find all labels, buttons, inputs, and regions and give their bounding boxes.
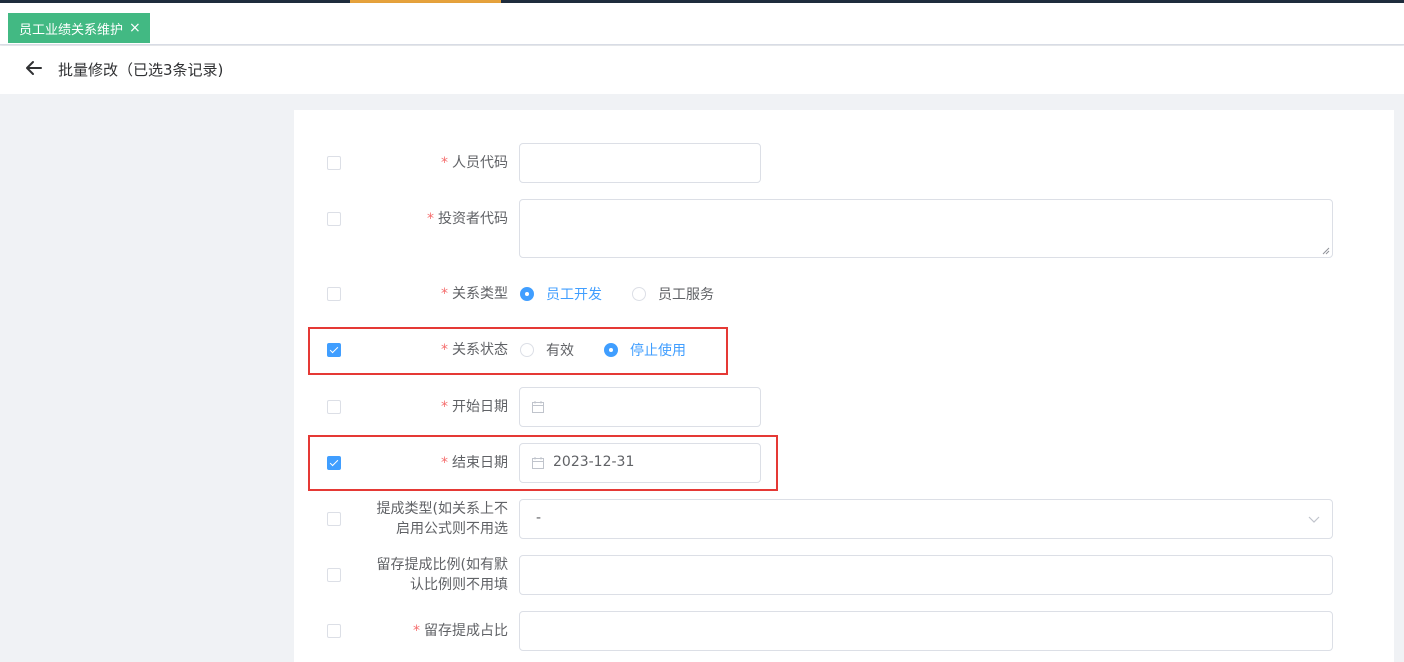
- chevron-down-icon: [1308, 516, 1320, 523]
- close-icon[interactable]: ×: [129, 21, 141, 35]
- investor-code-textarea[interactable]: [519, 199, 1333, 258]
- tab-label: 员工业绩关系维护: [19, 22, 124, 38]
- commission-type-value: -: [536, 510, 542, 526]
- field-label-investor-code: * 投资者代码: [427, 211, 508, 227]
- field-row-relation-type: * 关系类型 员工开发 员工服务: [294, 284, 1394, 304]
- calendar-icon: [532, 401, 544, 413]
- start-date-picker[interactable]: [519, 387, 761, 427]
- back-arrow-icon[interactable]: [24, 58, 44, 78]
- batch-edit-form: * 人员代码 * 投资者代码 * 关系类型 员工开发 员工服务 * 关系状态 有效 停止…: [294, 110, 1394, 662]
- field-checkbox-investor-code[interactable]: [327, 212, 341, 226]
- field-checkbox-commission-type[interactable]: [327, 512, 341, 526]
- field-row-retain-ratio: 留存提成比例(如有默 认比例则不用填: [294, 555, 1394, 595]
- field-label-staff-code: * 人员代码: [441, 155, 508, 171]
- radio-staff-develop[interactable]: 员工开发: [520, 284, 602, 304]
- field-checkbox-relation-type[interactable]: [327, 287, 341, 301]
- field-label-relation-type: * 关系类型: [441, 286, 508, 302]
- retain-ratio-input[interactable]: [519, 555, 1333, 595]
- resize-handle-icon[interactable]: [1322, 247, 1330, 255]
- field-label-retain-share: * 留存提成占比: [413, 623, 508, 639]
- page-header: 批量修改（已选3条记录): [0, 46, 1404, 94]
- field-checkbox-start-date[interactable]: [327, 400, 341, 414]
- field-label-retain-ratio: 留存提成比例(如有默 认比例则不用填: [376, 557, 508, 593]
- highlight-box-status: [308, 327, 728, 375]
- retain-share-input[interactable]: [519, 611, 1333, 651]
- field-label-commission-type: 提成类型(如关系上不 启用公式则不用选: [376, 501, 508, 537]
- highlight-box-end-date: [308, 435, 778, 491]
- radio-staff-service[interactable]: 员工服务: [632, 284, 714, 304]
- field-row-investor-code: * 投资者代码: [294, 199, 1394, 258]
- tab-staff-relation[interactable]: 员工业绩关系维护 ×: [8, 13, 150, 43]
- tab-bar: 员工业绩关系维护 ×: [0, 3, 1404, 45]
- field-checkbox-retain-ratio[interactable]: [327, 568, 341, 582]
- page-title: 批量修改（已选3条记录): [58, 61, 224, 79]
- field-row-retain-share: * 留存提成占比: [294, 611, 1394, 651]
- field-row-commission-type: 提成类型(如关系上不 启用公式则不用选 -: [294, 499, 1394, 539]
- field-row-staff-code: * 人员代码: [294, 143, 1394, 183]
- field-label-start-date: * 开始日期: [441, 399, 508, 415]
- field-row-start-date: * 开始日期: [294, 387, 1394, 427]
- field-checkbox-staff-code[interactable]: [327, 156, 341, 170]
- radio-dot: [632, 287, 646, 301]
- field-checkbox-retain-share[interactable]: [327, 624, 341, 638]
- staff-code-input[interactable]: [519, 143, 761, 183]
- relation-type-radio-group: 员工开发 员工服务: [520, 284, 744, 304]
- commission-type-select[interactable]: -: [519, 499, 1333, 539]
- radio-dot: [520, 287, 534, 301]
